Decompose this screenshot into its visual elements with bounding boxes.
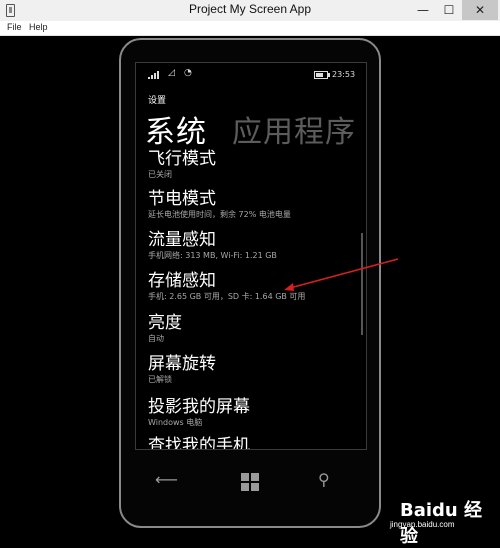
watermark-url: jingyan.baidu.com xyxy=(390,520,455,529)
annotation-arrow xyxy=(284,258,399,291)
windows-start-icon[interactable] xyxy=(241,473,259,491)
search-icon[interactable]: ⚲ xyxy=(318,470,330,489)
back-arrow-icon[interactable]: ⟵ xyxy=(155,470,178,489)
baidu-watermark: Baidu 经验 jingyan.baidu.com xyxy=(384,493,496,547)
